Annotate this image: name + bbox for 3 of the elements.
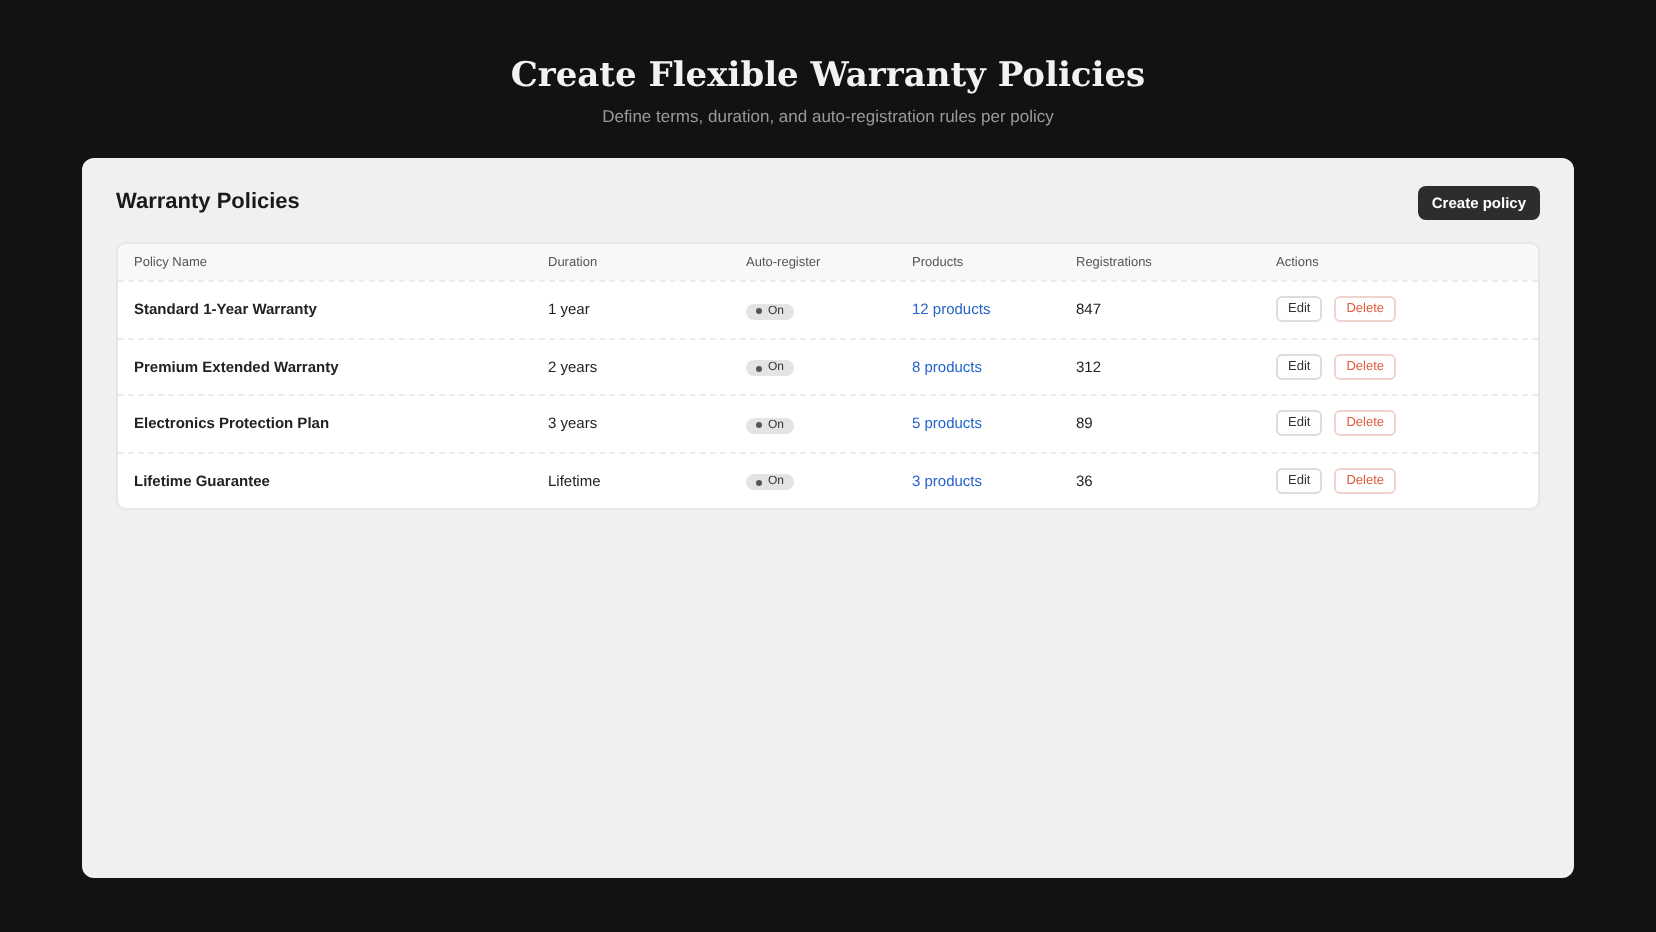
page-title: Create Flexible Warranty Policies xyxy=(510,54,1146,100)
panel-title: Warranty Policies xyxy=(116,190,300,214)
page-subtitle: Define terms, duration, and auto-registration rules per policy xyxy=(602,106,1054,126)
